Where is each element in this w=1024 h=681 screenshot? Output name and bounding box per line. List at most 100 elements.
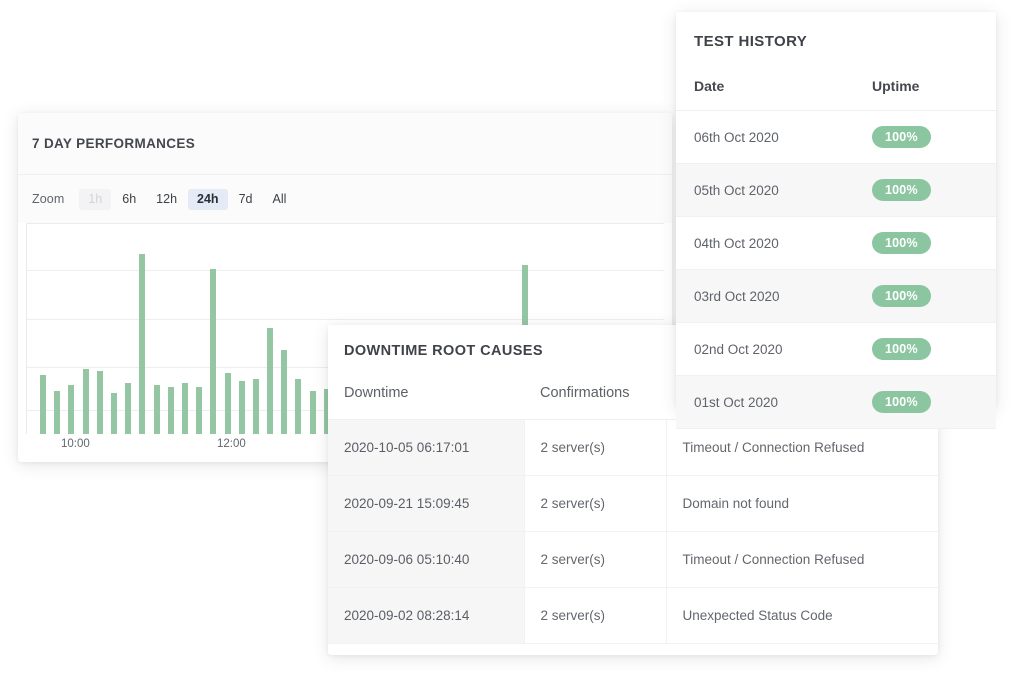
chart-x-tick-label: 12:00	[216, 438, 246, 450]
chart-bar-slot	[79, 234, 93, 434]
chart-bar-slot	[50, 234, 64, 434]
table-row[interactable]: 2020-09-02 08:28:14 2 server(s) Unexpected…	[328, 587, 938, 644]
chart-bar[interactable]	[82, 369, 89, 434]
downtime-cell-downtime: 2020-09-02 08:28:14	[328, 587, 525, 644]
chart-bar-slot	[206, 234, 220, 434]
history-column-header-uptime[interactable]: Uptime	[854, 70, 996, 111]
zoom-button-7d[interactable]: 7d	[230, 189, 262, 210]
downtime-cell-downtime: 2020-10-05 06:17:01	[328, 419, 525, 476]
chart-bar[interactable]	[167, 386, 174, 434]
chart-y-axis	[26, 224, 27, 434]
table-row[interactable]: 06th Oct 2020 100%	[676, 110, 996, 164]
downtime-cell-confirmations: 2 server(s)	[524, 475, 667, 532]
test-history-card-header: TEST HISTORY	[676, 12, 996, 70]
chart-bar-slot	[235, 234, 249, 434]
history-cell-uptime: 100%	[854, 216, 996, 270]
chart-bar-slot	[220, 234, 234, 434]
table-row[interactable]: 05th Oct 2020 100%	[676, 163, 996, 217]
chart-bar-slot	[306, 234, 320, 434]
status-badge: 100%	[872, 285, 931, 307]
history-cell-date: 06th Oct 2020	[676, 110, 854, 164]
history-cell-date: 05th Oct 2020	[676, 163, 854, 217]
dashboard-stage: 7 DAY PERFORMANCES Zoom 1h 6h 12h 24h 7d…	[0, 0, 1024, 681]
downtime-cell-issue: Timeout / Connection Refused	[666, 531, 938, 588]
downtime-cell-confirmations: 2 server(s)	[524, 531, 667, 588]
test-history-header-row: Date Uptime	[676, 70, 996, 111]
downtime-cell-downtime: 2020-09-21 15:09:45	[328, 475, 525, 532]
chart-bar-slot	[277, 234, 291, 434]
chart-bar-slot	[121, 234, 135, 434]
table-row[interactable]: 03rd Oct 2020 100%	[676, 269, 996, 323]
chart-bar-slot	[107, 234, 121, 434]
zoom-control-row: Zoom 1h 6h 12h 24h 7d All	[18, 175, 672, 223]
chart-bar-slot	[249, 234, 263, 434]
chart-bar-slot	[164, 234, 178, 434]
chart-bar-slot	[178, 234, 192, 434]
zoom-button-24h[interactable]: 24h	[188, 188, 228, 210]
test-history-title: TEST HISTORY	[694, 32, 808, 50]
table-row[interactable]: 02nd Oct 2020 100%	[676, 322, 996, 376]
history-cell-date: 04th Oct 2020	[676, 216, 854, 270]
history-cell-uptime: 100%	[854, 110, 996, 164]
table-row[interactable]: 01st Oct 2020 100%	[676, 375, 996, 429]
history-cell-uptime: 100%	[854, 269, 996, 323]
chart-bar-slot	[93, 234, 107, 434]
chart-bar[interactable]	[224, 373, 231, 434]
status-badge: 100%	[872, 391, 931, 413]
downtime-cell-confirmations: 2 server(s)	[524, 587, 667, 644]
zoom-button-all[interactable]: All	[263, 189, 295, 210]
downtime-column-header-downtime[interactable]: Downtime	[328, 377, 524, 420]
chart-x-tick-label: 10:00	[60, 438, 90, 450]
status-badge: 100%	[872, 338, 931, 360]
chart-bar-slot	[263, 234, 277, 434]
chart-bar[interactable]	[196, 386, 203, 434]
table-row[interactable]: 2020-09-06 05:10:40 2 server(s) Timeout / …	[328, 531, 938, 588]
downtime-cell-downtime: 2020-09-06 05:10:40	[328, 531, 525, 588]
chart-bar-slot	[291, 234, 305, 434]
chart-bar[interactable]	[96, 371, 103, 434]
chart-bar[interactable]	[139, 253, 146, 434]
downtime-column-header-confirmations[interactable]: Confirmations	[524, 377, 666, 420]
history-column-header-date[interactable]: Date	[676, 70, 854, 111]
chart-bar-slot	[192, 234, 206, 434]
table-row[interactable]: 2020-09-21 15:09:45 2 server(s) Domain not…	[328, 475, 938, 532]
chart-bar-slot	[64, 234, 78, 434]
chart-bar-slot	[150, 234, 164, 434]
history-cell-uptime: 100%	[854, 322, 996, 376]
chart-bar[interactable]	[153, 385, 160, 434]
chart-bar-slot	[36, 234, 50, 434]
status-badge: 100%	[872, 126, 931, 148]
chart-bar[interactable]	[40, 375, 47, 434]
downtime-cell-issue: Unexpected Status Code	[666, 587, 938, 644]
zoom-button-12h[interactable]: 12h	[147, 189, 186, 210]
zoom-button-1h[interactable]: 1h	[79, 188, 112, 210]
chart-bar[interactable]	[309, 390, 316, 434]
history-cell-uptime: 100%	[854, 163, 996, 217]
performance-card-header: 7 DAY PERFORMANCES	[18, 113, 672, 175]
zoom-button-6h[interactable]: 6h	[113, 189, 145, 210]
chart-bar[interactable]	[54, 390, 61, 434]
chart-bar[interactable]	[267, 328, 274, 434]
test-history-table: Date Uptime 06th Oct 2020 100% 05th Oct 20…	[676, 70, 996, 429]
status-badge: 100%	[872, 179, 931, 201]
downtime-cell-issue: Domain not found	[666, 475, 938, 532]
table-row[interactable]: 04th Oct 2020 100%	[676, 216, 996, 270]
history-cell-date: 01st Oct 2020	[676, 375, 854, 429]
chart-bar[interactable]	[210, 269, 217, 434]
history-cell-date: 03rd Oct 2020	[676, 269, 854, 323]
chart-bar[interactable]	[125, 383, 132, 434]
chart-bar[interactable]	[181, 383, 188, 434]
chart-bar[interactable]	[252, 379, 259, 434]
history-cell-date: 02nd Oct 2020	[676, 322, 854, 376]
chart-bar-slot	[135, 234, 149, 434]
history-cell-uptime: 100%	[854, 375, 996, 429]
test-history-card: TEST HISTORY Date Uptime 06th Oct 2020 10…	[676, 12, 996, 429]
chart-bar[interactable]	[281, 349, 288, 434]
chart-bar[interactable]	[238, 381, 245, 434]
downtime-title: DOWNTIME ROOT CAUSES	[344, 343, 543, 359]
zoom-label: Zoom	[32, 192, 65, 206]
chart-bar[interactable]	[295, 379, 302, 434]
chart-bar[interactable]	[111, 392, 118, 434]
chart-bar[interactable]	[68, 385, 75, 434]
status-badge: 100%	[872, 232, 931, 254]
